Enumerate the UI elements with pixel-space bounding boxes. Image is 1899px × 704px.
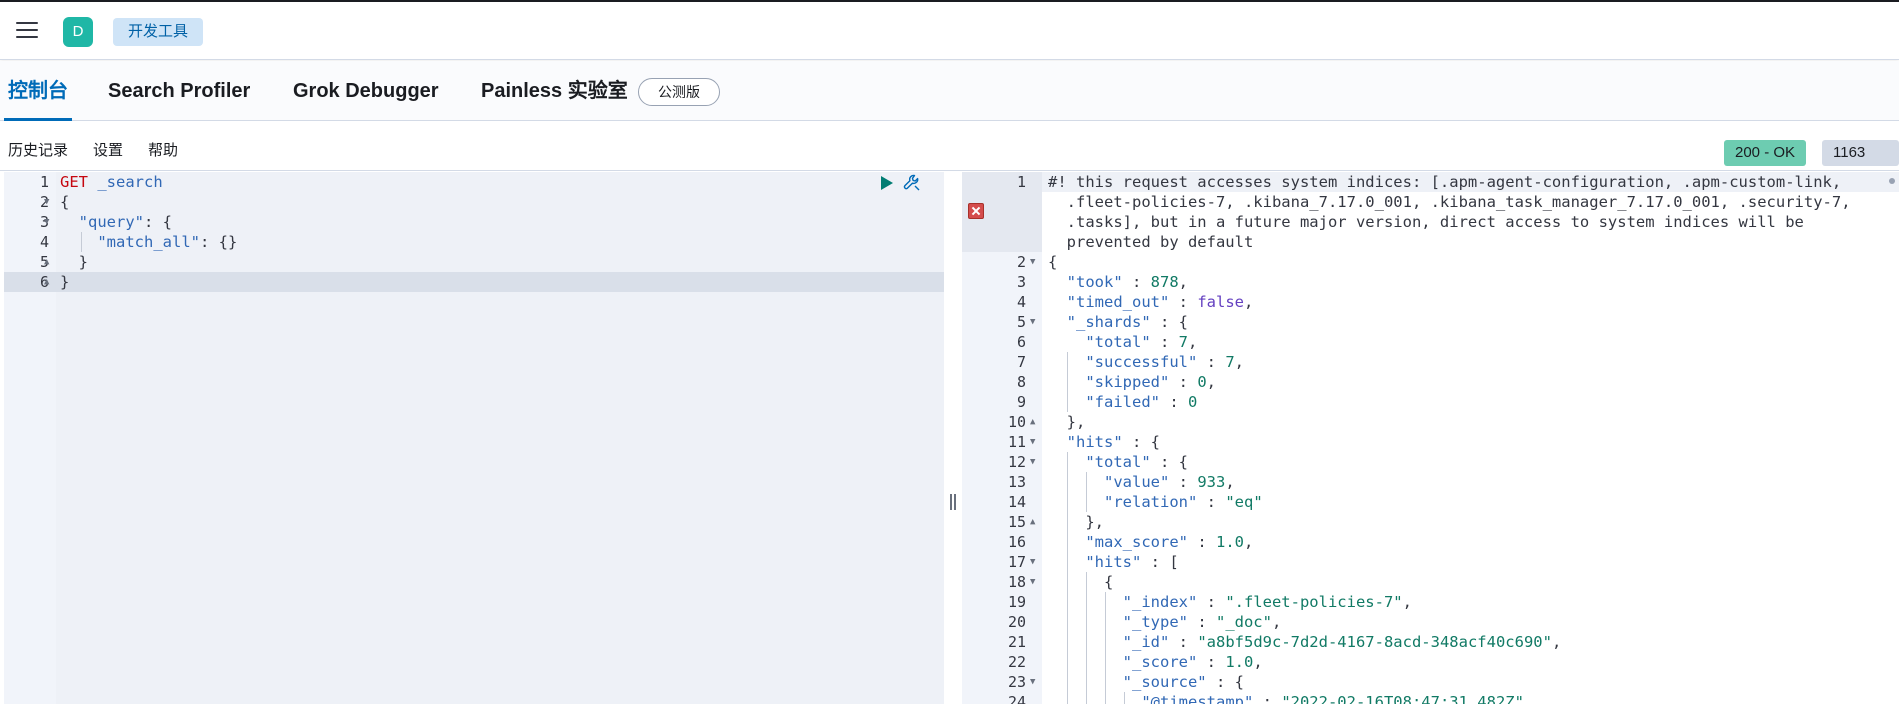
active-line-highlight: [4, 272, 944, 292]
fold-arrow-icon[interactable]: ▼: [1030, 257, 1035, 267]
line-number: 23: [1007, 673, 1026, 691]
request-line: {: [60, 193, 70, 211]
tab-console[interactable]: 控制台: [4, 61, 72, 121]
response-line: "_id" : "a8bf5d9c-7d2d-4167-8acd-348acf4…: [1122, 633, 1562, 651]
response-line: "_type" : "_doc",: [1122, 613, 1282, 631]
response-line: "hits" : {: [1066, 433, 1160, 451]
dev-tools-tabs: 控制台 Search Profiler Grok Debugger Painle…: [0, 61, 1899, 121]
console-toolbar: 历史记录 设置 帮助 200 - OK 1163 ms: [0, 122, 1899, 187]
fold-arrow-icon[interactable]: ▼: [1030, 457, 1035, 467]
line-number: 11: [1007, 433, 1026, 451]
error-x-icon[interactable]: [968, 203, 984, 219]
kibana-dev-tools: D 开发工具 控制台 Search Profiler Grok Debugger…: [0, 0, 1899, 704]
response-line: {: [1048, 253, 1058, 271]
breadcrumb[interactable]: 开发工具: [113, 18, 204, 46]
line-number: 4: [39, 233, 49, 251]
line-number: 1: [39, 173, 49, 191]
request-line: }: [60, 253, 88, 271]
fold-arrow-icon[interactable]: ▲: [44, 257, 49, 267]
line-number: 12: [1007, 453, 1026, 471]
response-line: "skipped" : 0,: [1085, 373, 1217, 391]
tab-grok-debugger[interactable]: Grok Debugger: [293, 61, 439, 121]
line-number: 19: [1007, 593, 1026, 611]
pane-divider: [944, 172, 962, 704]
line-number: 14: [1007, 493, 1026, 511]
beta-badge: 公测版: [638, 78, 720, 106]
line-number: 7: [1016, 353, 1026, 371]
response-line: "value" : 933,: [1104, 473, 1235, 491]
fold-arrow-icon[interactable]: ▲: [1030, 517, 1035, 527]
resize-handle[interactable]: [949, 494, 957, 512]
fold-arrow-icon[interactable]: ▲: [1030, 417, 1035, 427]
line-number: 20: [1007, 613, 1026, 631]
fold-arrow-icon[interactable]: ▼: [44, 197, 49, 207]
help-link[interactable]: 帮助: [148, 122, 178, 171]
line-number: 17: [1007, 553, 1026, 571]
request-line: GET _search: [60, 173, 163, 191]
response-line: "hits" : [: [1085, 553, 1179, 571]
response-line: "_score" : 1.0,: [1122, 653, 1263, 671]
scroll-indicator[interactable]: [1889, 178, 1895, 184]
deprecation-warning-line: #! this request accesses system indices:…: [1048, 173, 1842, 191]
tab-search-profiler[interactable]: Search Profiler: [108, 61, 250, 121]
response-line: "failed" : 0: [1085, 393, 1198, 411]
response-line: "successful" : 7,: [1085, 353, 1244, 371]
response-line: {: [1048, 573, 1114, 591]
line-number: 5: [1016, 313, 1026, 331]
request-line: "match_all": {}: [97, 233, 238, 251]
response-line: "timed_out" : false,: [1066, 293, 1254, 311]
fold-arrow-icon[interactable]: ▼: [1030, 317, 1035, 327]
line-number: 13: [1007, 473, 1026, 491]
line-number: 18: [1007, 573, 1026, 591]
fold-arrow-icon[interactable]: ▼: [1030, 557, 1035, 567]
line-number: 9: [1016, 393, 1026, 411]
line-number: 22: [1007, 653, 1026, 671]
line-number: 21: [1007, 633, 1026, 651]
line-number: 1: [1016, 173, 1026, 191]
response-line: "total" : 7,: [1085, 333, 1198, 351]
request-editor[interactable]: 1 2 3 4 5 6 ▼ ▼ ▲ ▲ GET _search { "query…: [4, 172, 944, 704]
line-number: 4: [1016, 293, 1026, 311]
top-header: D 开发工具: [0, 0, 1899, 60]
tab-painless-lab[interactable]: Painless 实验室: [481, 61, 628, 121]
deprecation-warning-line: .tasks], but in a future major version, …: [1048, 213, 1804, 231]
line-number: 15: [1007, 513, 1026, 531]
status-badge: 200 - OK: [1724, 140, 1807, 166]
fold-arrow-icon[interactable]: ▼: [44, 217, 49, 227]
response-line: "_index" : ".fleet-policies-7",: [1122, 593, 1412, 611]
duration-badge: 1163 ms: [1822, 140, 1899, 187]
response-viewer[interactable]: 1 2 3 4 5 6 7 8 9 10 11 12 13 14 15 16 1…: [962, 172, 1899, 704]
line-number: 24: [1007, 693, 1026, 704]
line-number: 8: [1016, 373, 1026, 391]
line-number: 16: [1007, 533, 1026, 551]
response-line: },: [1048, 413, 1086, 431]
hamburger-menu-icon[interactable]: [16, 22, 38, 40]
play-icon[interactable]: [880, 175, 894, 191]
request-line: }: [60, 273, 70, 291]
fold-arrow-icon[interactable]: ▲: [44, 277, 49, 287]
line-number: 2: [1016, 253, 1026, 271]
response-line: "_source" : {: [1122, 673, 1244, 691]
response-line: "took" : 878,: [1066, 273, 1189, 291]
wrench-icon[interactable]: [902, 173, 922, 193]
fold-arrow-icon[interactable]: ▼: [1030, 677, 1035, 687]
response-line: },: [1048, 513, 1104, 531]
line-number: 10: [1007, 413, 1026, 431]
history-link[interactable]: 历史记录: [8, 122, 68, 171]
deprecation-warning-line: .fleet-policies-7, .kibana_7.17.0_001, .…: [1048, 193, 1851, 211]
deprecation-warning-line: prevented by default: [1048, 233, 1254, 251]
response-line: "_shards" : {: [1066, 313, 1188, 331]
response-line: "relation" : "eq": [1104, 493, 1263, 511]
fold-arrow-icon[interactable]: ▼: [1030, 437, 1035, 447]
settings-link[interactable]: 设置: [93, 122, 123, 171]
response-line: "max_score" : 1.0,: [1085, 533, 1254, 551]
line-number: 6: [1016, 333, 1026, 351]
request-line: "query": {: [78, 213, 172, 231]
line-number: 3: [1016, 273, 1026, 291]
response-line: "@timestamp" : "2022-02-16T08:47:31.482Z…: [1141, 693, 1534, 704]
space-avatar[interactable]: D: [63, 17, 93, 47]
fold-arrow-icon[interactable]: ▼: [1030, 577, 1035, 587]
response-line: "total" : {: [1085, 453, 1188, 471]
